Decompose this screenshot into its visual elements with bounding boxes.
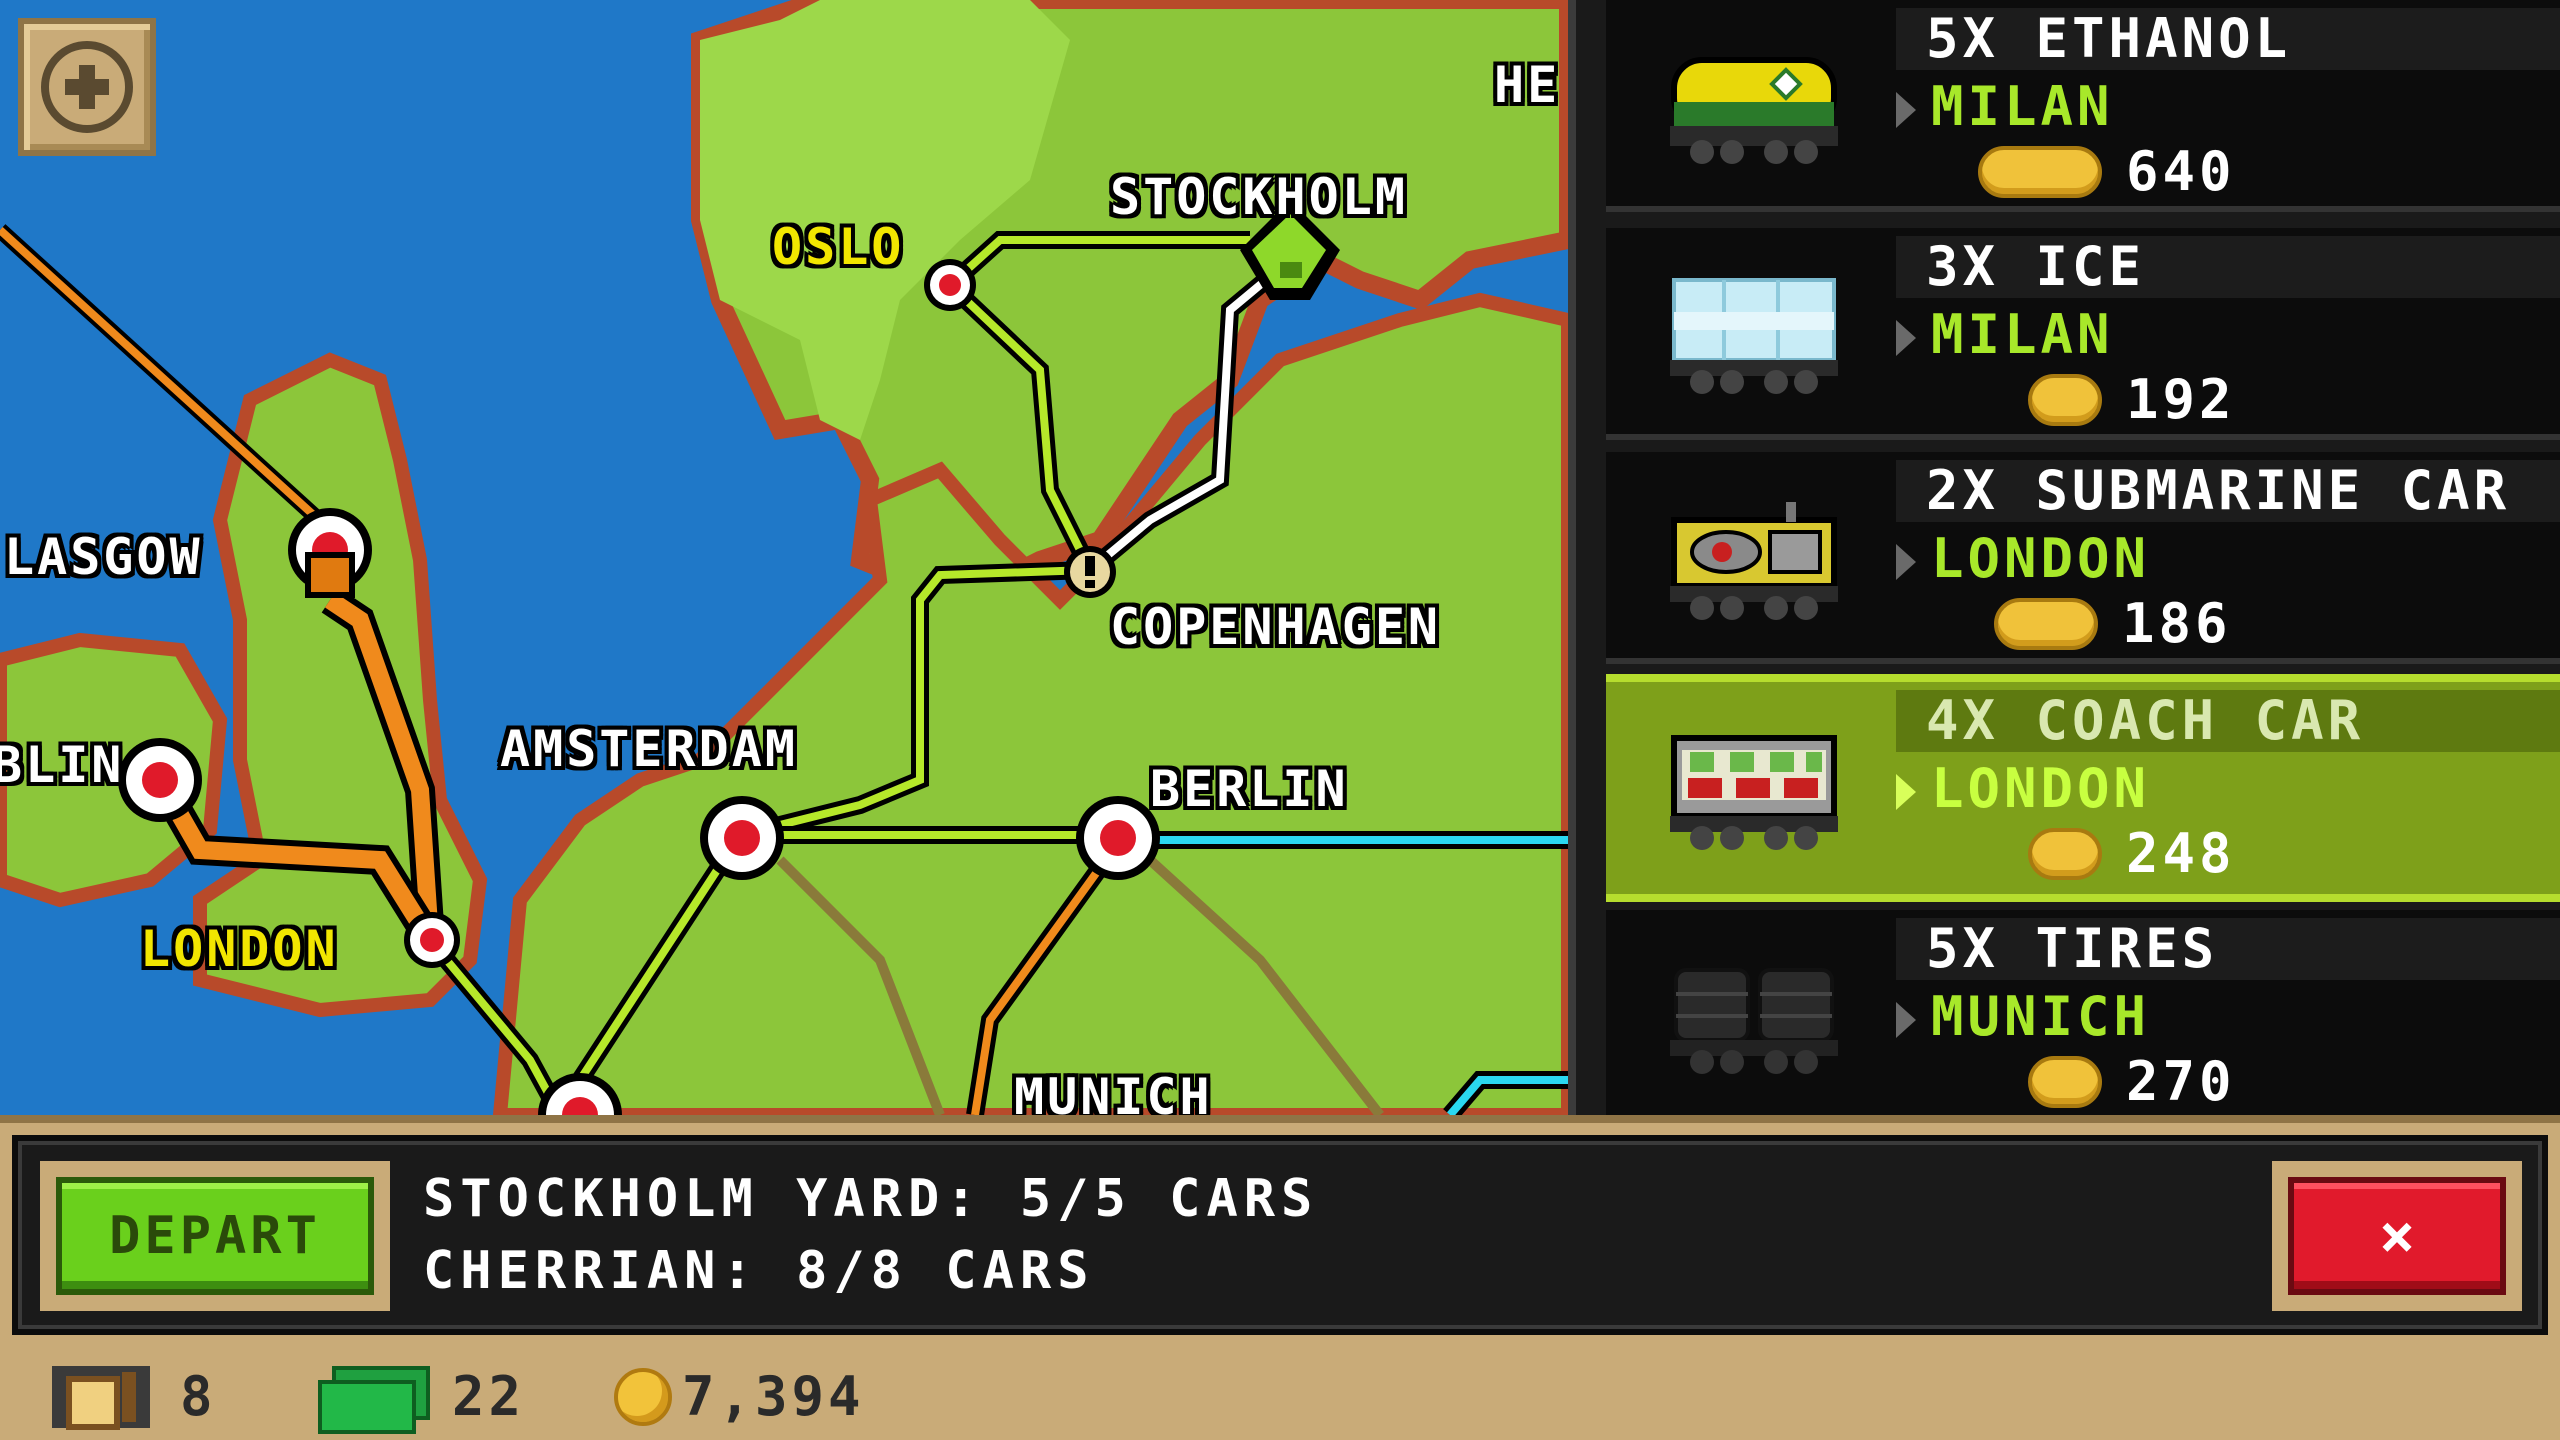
yard-status-text: STOCKHOLM YARD: 5/5 CARS [423,1169,1319,1229]
city-label-london: LONDON [140,920,339,978]
cargo-destination: LONDON [1931,757,2151,820]
coins-stat: 7,394 [614,1365,865,1428]
train-car-icon [52,1365,150,1430]
cars-count: 8 [180,1365,217,1428]
coins-stack-icon [2028,827,2102,880]
cargo-price-row: 640 [1978,140,2236,203]
coin-icon [614,1367,672,1426]
city-label-copenhagen: COPENHAGEN [1110,598,1442,656]
cargo-row-submarine[interactable]: 2X SUBMARINE CAR LONDON 186 [1606,452,2560,664]
chevron-right-icon [1896,1002,1916,1038]
cargo-row-ethanol[interactable]: 5X ETHANOL MILAN 640 [1606,0,2560,212]
depart-button[interactable]: DEPART [40,1161,390,1311]
coins-stack-icon [2028,373,2102,426]
cargo-destination: MILAN [1931,75,2114,138]
tires-car-icon [1670,968,1838,1074]
city-label-dublin: BLIN [0,736,125,794]
station-oslo [924,259,976,311]
city-label-munich: MUNICH [1014,1068,1213,1115]
plus-icon [41,41,133,133]
coins-stack-icon [1978,145,2102,198]
cash-icon [318,1365,430,1434]
cargo-price: 270 [2126,1050,2236,1113]
cargo-price: 640 [2126,140,2236,203]
chevron-right-icon [1896,92,1916,128]
station-dublin [118,738,202,822]
ice-car-icon [1670,278,1838,394]
depart-button-label: DEPART [56,1177,374,1295]
cargo-row-ice[interactable]: 3X ICE MILAN 192 [1606,228,2560,440]
cargo-title: 5X ETHANOL [1896,8,2560,70]
zoom-in-button[interactable] [18,18,156,156]
cargo-row-coach-selected[interactable]: 4X COACH CAR LONDON 248 [1606,674,2560,902]
resource-bar: 8 22 7,394 [0,1343,2560,1440]
cargo-price: 248 [2126,822,2236,885]
cargo-title: 3X ICE [1896,236,2560,298]
cars-stat: 8 [52,1365,217,1430]
cargo-row-tires[interactable]: 5X TIRES MUNICH 270 [1606,910,2560,1115]
tanker-car-icon [1670,57,1838,164]
city-label-glasgow: LASGOW [4,528,203,586]
chevron-right-icon [1896,320,1916,356]
cargo-title: 4X COACH CAR [1896,690,2560,752]
cargo-panel[interactable]: 5X ETHANOL MILAN 640 3X ICE MILAN 192 2X… [1568,0,2560,1115]
cargo-title: 5X TIRES [1896,918,2560,980]
chevron-right-icon [1896,544,1916,580]
map-view[interactable]: OSLO STOCKHOLM LASGOW COPENHAGEN AMSTERD… [0,0,1568,1115]
coins-stack-icon [1994,597,2098,650]
coins-count: 7,394 [682,1365,865,1428]
bottom-bar: DEPART STOCKHOLM YARD: 5/5 CARS CHERRIAN… [0,1115,2560,1440]
cargo-destination: MUNICH [1931,985,2151,1048]
station-berlin [1076,796,1160,880]
train-status-text: CHERRIAN: 8/8 CARS [423,1241,1095,1301]
city-label-berlin: BERLIN [1150,760,1349,818]
cargo-price: 186 [2122,592,2232,655]
cargo-price-row: 248 [2028,822,2236,885]
station-copenhagen [1064,546,1116,598]
coach-car-icon [1670,735,1838,850]
depart-dialog: DEPART STOCKHOLM YARD: 5/5 CARS CHERRIAN… [12,1135,2548,1335]
city-label-stockholm: STOCKHOLM [1110,168,1408,226]
station-amsterdam [700,796,784,880]
cargo-destination: LONDON [1931,527,2151,590]
coins-stack-icon [2028,1055,2102,1108]
cargo-destination: MILAN [1931,303,2114,366]
station-london [404,912,460,968]
cash-stat: 22 [318,1365,526,1434]
cargo-price: 192 [2126,368,2236,431]
city-label-oslo: OSLO [772,218,905,276]
chevron-right-icon [1896,774,1916,810]
cargo-price-row: 186 [1994,592,2232,655]
cargo-price-row: 192 [2028,368,2236,431]
close-icon: × [2288,1177,2506,1295]
city-label-amsterdam: AMSTERDAM [500,720,798,778]
submarine-car-icon [1670,502,1838,620]
city-label-helsinki: HE [1494,56,1561,114]
close-button[interactable]: × [2272,1161,2522,1311]
cargo-title: 2X SUBMARINE CAR [1896,460,2560,522]
cash-count: 22 [452,1365,526,1428]
game-screen: OSLO STOCKHOLM LASGOW COPENHAGEN AMSTERD… [0,0,2560,1440]
cargo-price-row: 270 [2028,1050,2236,1113]
